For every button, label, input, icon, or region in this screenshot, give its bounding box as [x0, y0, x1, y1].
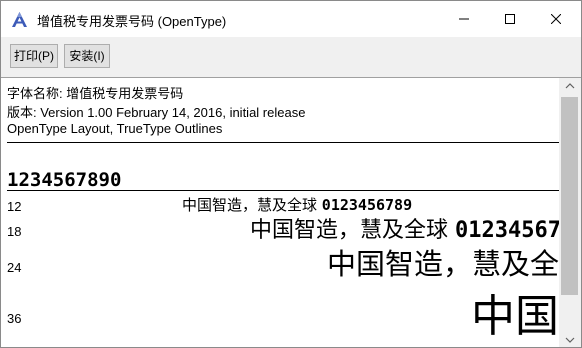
font-viewer-window: 增值税专用发票号码 (OpenType) 打印(P) 安装(I) 字体名称: 增… [0, 0, 582, 348]
font-file-icon [11, 11, 28, 28]
chevron-down-icon [565, 337, 575, 343]
vertical-scrollbar[interactable] [559, 78, 581, 347]
font-version-line: 版本: Version 1.00 February 14, 2016, init… [7, 105, 306, 120]
print-button[interactable]: 打印(P) [10, 44, 58, 68]
title-bar[interactable]: 增值税专用发票号码 (OpenType) [1, 1, 581, 37]
maximize-button[interactable] [487, 1, 533, 37]
toolbar: 打印(P) 安装(I) [1, 37, 581, 77]
sample-cjk-text: 中国智造，慧及全球 [471, 291, 559, 342]
close-icon [551, 14, 561, 24]
scroll-thumb[interactable] [561, 97, 578, 295]
size-label-36: 36 [7, 311, 22, 326]
sample-digits: 0123456789 [455, 218, 559, 243]
sample-row-24: 中国智造，慧及全球 0123456789 [327, 241, 559, 283]
sample-cjk-text: 中国智造，慧及全球 [327, 247, 559, 281]
sample-cjk-text: 中国智造，慧及全球 [250, 218, 449, 243]
font-type-line: OpenType Layout, TrueType Outlines [7, 121, 223, 136]
size-label-18: 18 [7, 224, 22, 239]
divider-bottom [7, 190, 559, 191]
sample-row-18: 中国智造，慧及全球 0123456789 [250, 212, 559, 244]
maximize-icon [505, 14, 515, 24]
size-label-12: 12 [7, 199, 22, 214]
sample-row-36: 中国智造，慧及全球 0123456789 [471, 280, 559, 344]
preview-content: 字体名称: 增值税专用发票号码 版本: Version 1.00 Februar… [1, 78, 559, 347]
minimize-icon [459, 18, 469, 20]
font-preview-pane: 字体名称: 增值税专用发票号码 版本: Version 1.00 Februar… [1, 77, 581, 347]
font-name-line: 字体名称: 增值税专用发票号码 [7, 86, 184, 101]
minimize-button[interactable] [441, 1, 487, 37]
scroll-up-button[interactable] [559, 78, 581, 95]
chevron-up-icon [565, 83, 575, 89]
scroll-down-button[interactable] [559, 331, 581, 347]
close-button[interactable] [533, 1, 579, 37]
size-label-24: 24 [7, 260, 22, 275]
charset-sample: 1234567890 [7, 169, 122, 191]
install-button[interactable]: 安装(I) [64, 44, 110, 68]
divider-top [7, 142, 559, 143]
window-title: 增值税专用发票号码 (OpenType) [37, 14, 227, 29]
